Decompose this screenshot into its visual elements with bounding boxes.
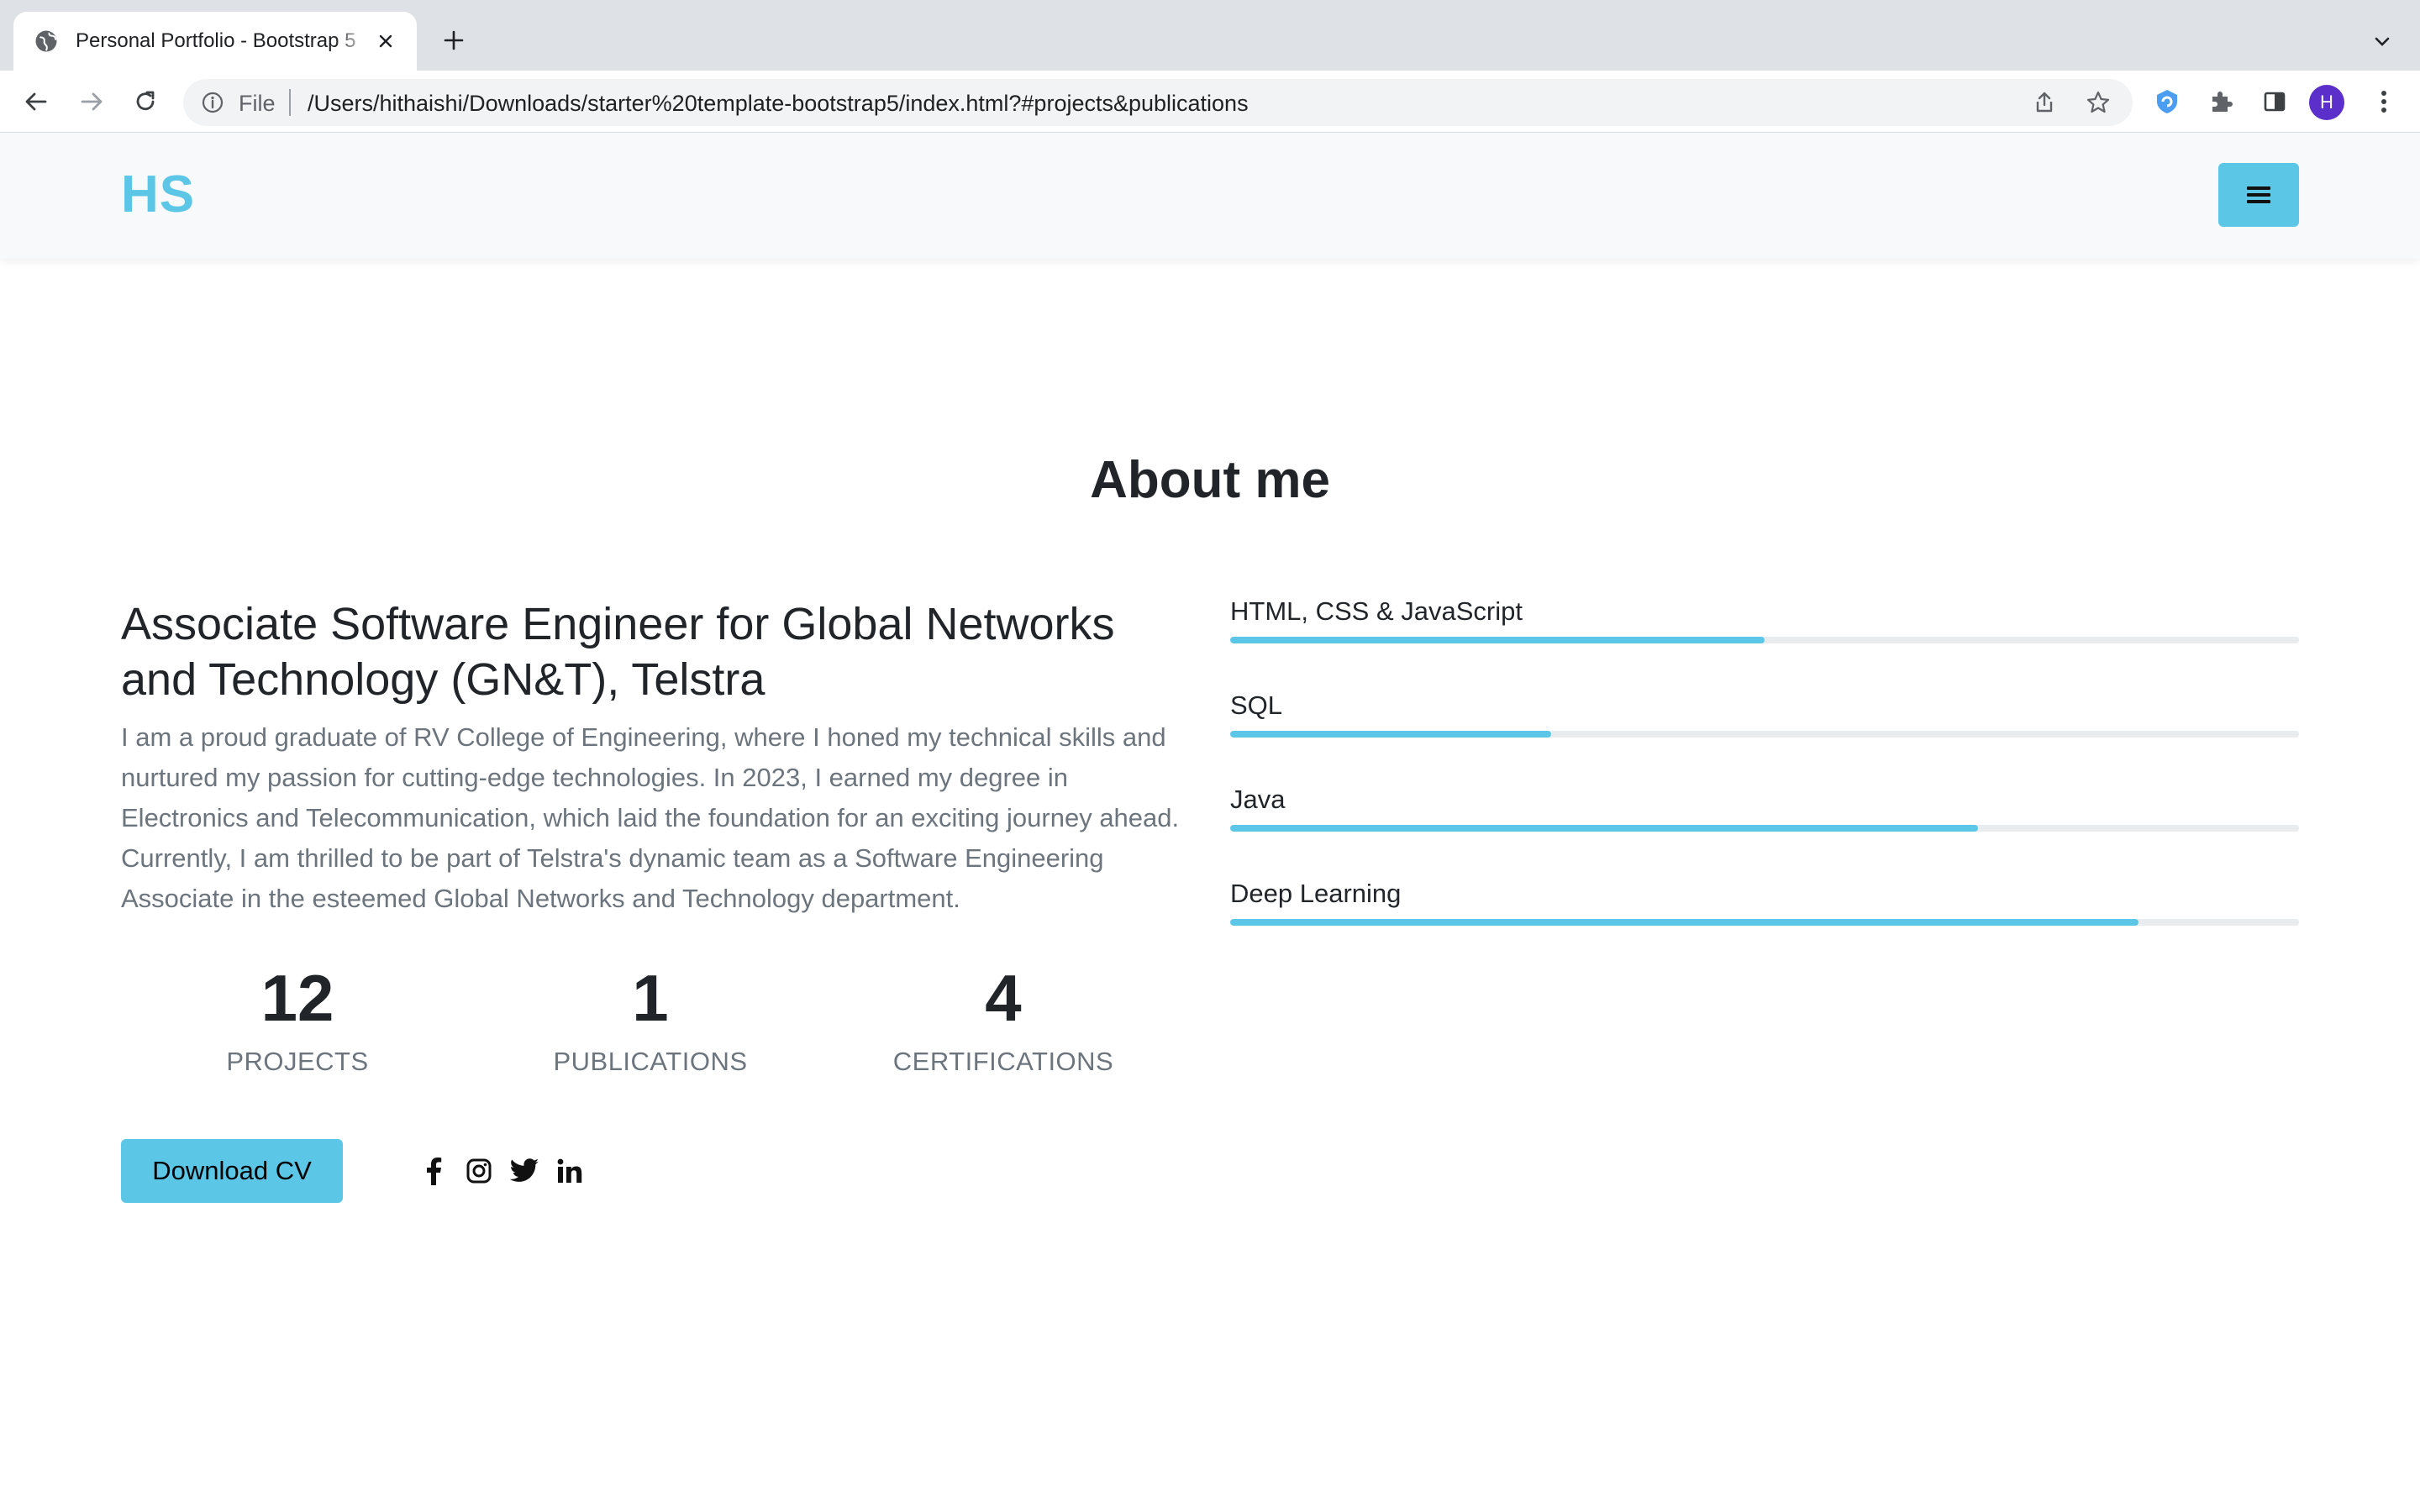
profile-avatar[interactable]: H xyxy=(2309,85,2344,120)
download-cv-button[interactable]: Download CV xyxy=(121,1139,343,1203)
side-panel-icon[interactable] xyxy=(2257,84,2292,119)
facebook-icon[interactable] xyxy=(418,1156,449,1186)
stat-publications: 1 PUBLICATIONS xyxy=(474,956,827,1077)
navbar-toggler-button[interactable] xyxy=(2218,163,2299,227)
address-bar[interactable]: File /Users/hithaishi/Downloads/starter%… xyxy=(183,79,2133,126)
skill-name: Deep Learning xyxy=(1230,879,1402,908)
skill-name: HTML, CSS & JavaScript xyxy=(1230,596,1523,626)
tab-title: Personal Portfolio - Bootstrap 5 xyxy=(76,29,356,52)
about-section-title: About me xyxy=(1090,451,1330,509)
bookmark-star-icon[interactable] xyxy=(2086,90,2111,115)
instagram-icon[interactable] xyxy=(464,1156,494,1186)
new-tab-plus-icon[interactable] xyxy=(439,25,469,55)
stat-number: 1 xyxy=(632,961,669,1035)
browser-toolbar: File /Users/hithaishi/Downloads/starter%… xyxy=(0,71,2420,133)
extension-shield-icon[interactable] xyxy=(2149,84,2185,119)
reload-icon[interactable] xyxy=(128,84,163,119)
skill-progress-track xyxy=(1230,825,2299,832)
url-separator xyxy=(289,89,291,116)
browser-tab[interactable]: Personal Portfolio - Bootstrap 5 xyxy=(13,12,417,71)
twitter-icon[interactable] xyxy=(509,1156,539,1186)
browser-tab-strip: Personal Portfolio - Bootstrap 5 xyxy=(0,0,2420,71)
skill-progress-fill xyxy=(1230,919,2139,926)
stat-projects: 12 PROJECTS xyxy=(121,956,474,1077)
stat-label: PUBLICATIONS xyxy=(553,1047,748,1076)
skill-item: Java xyxy=(1230,785,2299,879)
close-tab-icon[interactable] xyxy=(375,30,397,52)
linkedin-icon[interactable] xyxy=(555,1156,585,1186)
stats-row: 12 PROJECTS 1 PUBLICATIONS 4 CERTIFICATI… xyxy=(121,956,1180,1077)
stat-label: PROJECTS xyxy=(226,1047,369,1076)
about-intro: Associate Software Engineer for Global N… xyxy=(121,596,1180,919)
tab-search-chevron-icon[interactable] xyxy=(2370,29,2395,54)
stat-number: 12 xyxy=(260,961,334,1035)
url-scheme-label: File xyxy=(239,91,276,116)
globe-icon xyxy=(35,30,57,52)
skill-progress-track xyxy=(1230,637,2299,643)
social-links xyxy=(418,1156,585,1186)
forward-arrow-icon[interactable] xyxy=(74,84,109,119)
skill-progress-fill xyxy=(1230,825,1979,832)
stat-number: 4 xyxy=(985,961,1022,1035)
stat-certifications: 4 CERTIFICATIONS xyxy=(827,956,1180,1077)
back-arrow-icon[interactable] xyxy=(18,84,54,119)
extensions-puzzle-icon[interactable] xyxy=(2203,84,2238,119)
job-title: Associate Software Engineer for Global N… xyxy=(121,599,1115,705)
skill-progress-track xyxy=(1230,731,2299,738)
share-icon[interactable] xyxy=(2032,90,2057,115)
brand-logo[interactable]: HS xyxy=(121,165,195,224)
page-content: HS About me Associate Software Engineer … xyxy=(0,133,2420,1512)
browser-menu-kebab-icon[interactable] xyxy=(2366,84,2402,119)
skill-name: SQL xyxy=(1230,690,1283,720)
skill-item: SQL xyxy=(1230,690,2299,785)
stat-label: CERTIFICATIONS xyxy=(892,1047,1114,1076)
skill-item: Deep Learning xyxy=(1230,879,2299,973)
url-text[interactable]: /Users/hithaishi/Downloads/starter%20tem… xyxy=(308,91,1249,117)
hamburger-menu-icon xyxy=(2247,186,2270,203)
skill-name: Java xyxy=(1230,785,1286,814)
site-navbar: HS xyxy=(0,133,2420,259)
skill-progress-fill xyxy=(1230,731,1551,738)
info-icon[interactable] xyxy=(202,92,224,113)
skill-progress-fill xyxy=(1230,637,1765,643)
skills-list: HTML, CSS & JavaScript SQL Java Deep Lea… xyxy=(1230,596,2299,973)
skill-progress-track xyxy=(1230,919,2299,926)
skill-item: HTML, CSS & JavaScript xyxy=(1230,596,2299,690)
bio-paragraph: I am a proud graduate of RV College of E… xyxy=(121,722,1180,913)
